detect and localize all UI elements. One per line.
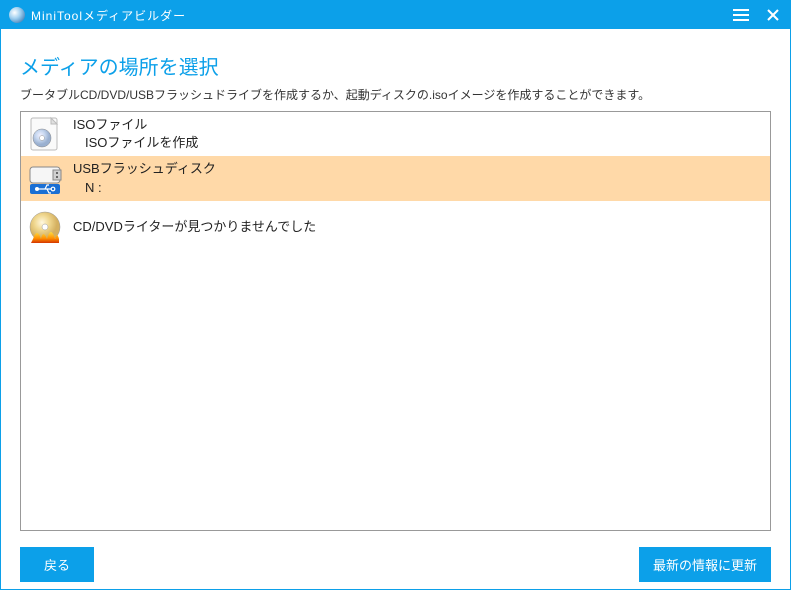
media-options-list: ISOファイル ISOファイルを作成 USBフラッシュディスク <box>20 111 771 531</box>
titlebar-right <box>732 6 782 24</box>
page-title: メディアの場所を選択 <box>20 51 771 80</box>
content-area: メディアの場所を選択 ブータブルCD/DVD/USBフラッシュドライブを作成する… <box>1 29 790 531</box>
option-usb-disk[interactable]: USBフラッシュディスク N : <box>21 156 770 200</box>
option-text: USBフラッシュディスク N : <box>73 160 216 196</box>
option-text: ISOファイル ISOファイルを作成 <box>73 116 198 152</box>
window-title: MiniToolメディアビルダー <box>31 7 186 24</box>
close-icon[interactable] <box>764 6 782 24</box>
option-title: ISOファイル <box>73 116 198 134</box>
iso-file-icon <box>27 116 63 152</box>
option-subtitle: ISOファイルを作成 <box>73 134 198 152</box>
option-title: CD/DVDライターが見つかりませんでした <box>73 218 316 236</box>
back-button[interactable]: 戻る <box>20 547 94 582</box>
app-icon <box>9 7 25 23</box>
cd-dvd-burn-icon <box>27 209 63 245</box>
refresh-button[interactable]: 最新の情報に更新 <box>639 547 771 582</box>
footer: 戻る 最新の情報に更新 <box>1 531 790 598</box>
option-text: CD/DVDライターが見つかりませんでした <box>73 218 316 236</box>
option-subtitle: N : <box>73 179 216 197</box>
option-cd-dvd[interactable]: CD/DVDライターが見つかりませんでした <box>21 201 770 253</box>
menu-icon[interactable] <box>732 6 750 24</box>
option-title: USBフラッシュディスク <box>73 160 216 178</box>
titlebar-left: MiniToolメディアビルダー <box>9 7 186 24</box>
option-iso-file[interactable]: ISOファイル ISOファイルを作成 <box>21 112 770 156</box>
page-subtitle: ブータブルCD/DVD/USBフラッシュドライブを作成するか、起動ディスクの.i… <box>20 86 771 103</box>
title-bar: MiniToolメディアビルダー <box>1 1 790 29</box>
usb-disk-icon <box>27 161 63 197</box>
